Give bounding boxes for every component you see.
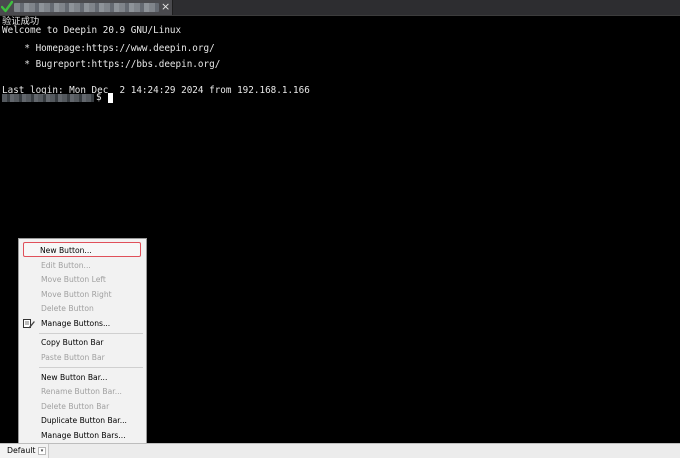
tab-title-redacted [14, 3, 159, 12]
menu-item-label: Delete Button [41, 304, 94, 313]
menu-separator [39, 333, 143, 334]
menu-item-new-button-bar[interactable]: New Button Bar... [19, 371, 146, 384]
menu-item-manage-buttons[interactable]: Manage Buttons... [19, 317, 146, 330]
menu-item-label: Manage Buttons... [41, 319, 111, 328]
edit-buttons-icon [23, 319, 35, 329]
menu-item-label: Move Button Left [41, 275, 106, 284]
menu-item-label: New Button... [40, 245, 92, 255]
menu-item-label: Duplicate Button Bar... [41, 416, 127, 425]
close-icon[interactable]: × [161, 0, 170, 14]
menu-item-label: Paste Button Bar [41, 353, 105, 362]
menu-item-new-button[interactable]: New Button... [23, 242, 141, 257]
menu-item-delete-button-bar: Delete Button Bar [19, 400, 146, 413]
menu-separator [39, 367, 143, 368]
terminal-line: * Bugreport:https://bbs.deepin.org/ [2, 59, 221, 70]
menu-item-paste-button-bar: Paste Button Bar [19, 351, 146, 364]
menu-item-duplicate-button-bar[interactable]: Duplicate Button Bar... [19, 414, 146, 427]
menu-item-label: New Button Bar... [41, 373, 108, 382]
menu-item-label: Delete Button Bar [41, 402, 110, 411]
terminal-line: Welcome to Deepin 20.9 GNU/Linux [2, 25, 182, 36]
chevron-down-icon[interactable]: ▾ [38, 447, 46, 455]
button-bar-context-menu: New Button... Edit Button... Move Button… [18, 238, 147, 444]
menu-item-edit-button: Edit Button... [19, 259, 146, 272]
menu-item-copy-button-bar[interactable]: Copy Button Bar [19, 336, 146, 349]
menu-item-label: Rename Button Bar... [41, 387, 122, 396]
checkmark-icon [1, 0, 13, 13]
button-bar: Default ▾ [0, 443, 680, 458]
menu-item-label: Manage Button Bars... [41, 431, 126, 440]
button-bar-selector[interactable]: Default ▾ [0, 444, 49, 458]
menu-item-label: Copy Button Bar [41, 338, 104, 347]
menu-item-delete-button: Delete Button [19, 302, 146, 315]
menu-item-manage-button-bars[interactable]: Manage Button Bars... [19, 429, 146, 442]
menu-item-move-button-right: Move Button Right [19, 288, 146, 301]
menu-item-label: Move Button Right [41, 290, 112, 299]
prompt-symbol: $ [96, 92, 102, 103]
session-tab[interactable]: × [0, 0, 173, 15]
menu-item-move-button-left: Move Button Left [19, 273, 146, 286]
terminal-cursor [108, 93, 113, 103]
terminal-line: * Homepage:https://www.deepin.org/ [2, 43, 215, 54]
prompt-user-host-redacted [2, 94, 94, 102]
button-bar-name: Default [7, 446, 36, 455]
menu-item-label: Edit Button... [41, 261, 91, 270]
menu-item-rename-button-bar: Rename Button Bar... [19, 385, 146, 398]
tab-strip: × [0, 0, 680, 16]
